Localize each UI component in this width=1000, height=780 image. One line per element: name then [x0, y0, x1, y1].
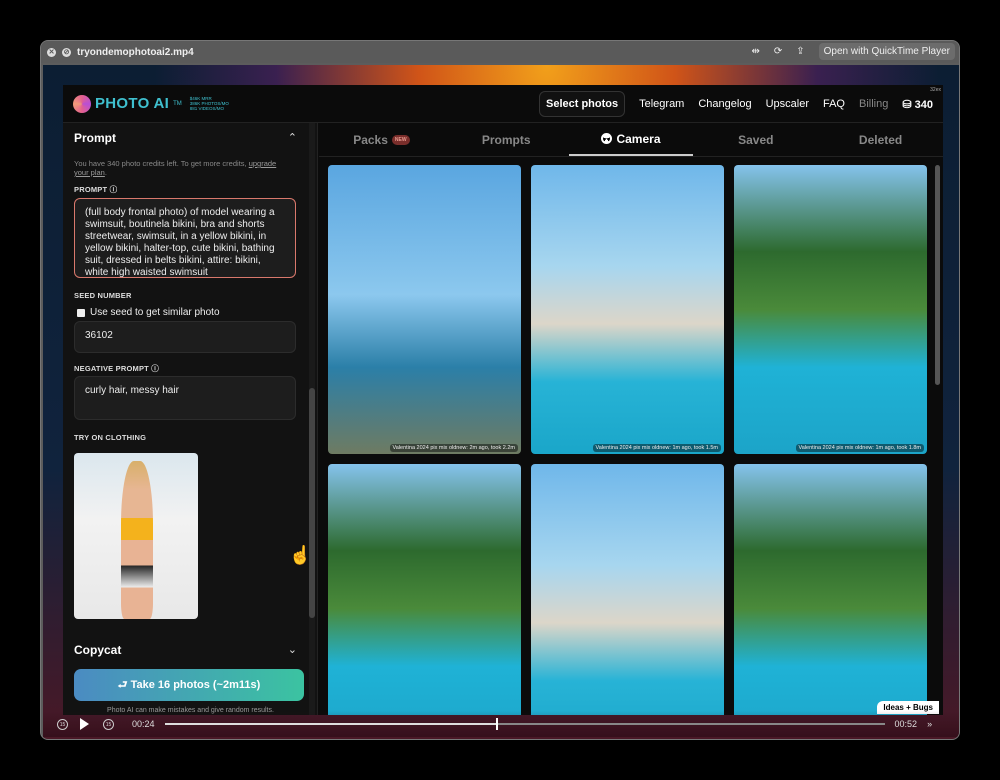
hand-cursor-icon: ☝ [289, 545, 312, 565]
credits-value: 340 [914, 98, 933, 111]
gallery-photo[interactable]: Valentina 2024 pix mix oldnew: 1m ago, t… [531, 165, 724, 454]
photo-ai-app: PHOTO AI TM $46K MRR 386K PHOTOS/MO 881 V… [63, 85, 943, 715]
left-panel: Prompt ⌃ You have 340 photo credits left… [63, 123, 318, 715]
help-icon[interactable]: ⓘ [110, 185, 118, 194]
nav-billing[interactable]: Billing [859, 98, 888, 110]
gallery-photo[interactable] [531, 464, 724, 715]
chevron-up-icon[interactable]: ⌃ [288, 131, 297, 144]
fast-forward-icon[interactable]: » [927, 719, 932, 729]
help-icon[interactable]: ⓘ [151, 364, 159, 373]
logo[interactable]: PHOTO AI TM $46K MRR 386K PHOTOS/MO 881 V… [73, 94, 229, 113]
checkbox-icon[interactable] [77, 308, 85, 317]
credits-counter[interactable]: ⛁ 340 [902, 98, 933, 111]
player-controls: 15 15 00:24 00:52 » [43, 711, 959, 737]
gallery-photo[interactable] [328, 464, 521, 715]
nav-telegram[interactable]: Telegram [639, 98, 684, 110]
gallery-photo[interactable]: Valentina 2024 pix mix oldnew: 1m ago, t… [734, 165, 927, 454]
corner-tag: 32ex [930, 87, 941, 93]
logo-text: PHOTO AI [95, 95, 170, 112]
model-figure [802, 188, 860, 454]
logo-icon [73, 94, 91, 113]
skip-back-icon[interactable]: 15 [57, 718, 68, 730]
model-figure [599, 188, 657, 454]
tab-deleted[interactable]: Deleted [818, 123, 943, 156]
negative-prompt-label: NEGATIVE PROMPT ⓘ [74, 364, 159, 373]
model-figure [396, 487, 454, 715]
scrubber-fill [164, 723, 496, 725]
tab-saved[interactable]: Saved [693, 123, 818, 156]
play-icon[interactable] [80, 718, 89, 730]
rotate-icon[interactable]: ⟳ [774, 46, 782, 57]
close-icon[interactable]: ✕ [47, 47, 56, 57]
photo-caption: Valentina 2024 pix mix oldnew: 1m ago, t… [795, 444, 924, 452]
tabs: Packs NEW Prompts Camera Saved Deleted [319, 123, 943, 157]
chevron-down-icon[interactable]: ⌄ [288, 643, 297, 656]
model-figure [396, 188, 454, 454]
logo-stats: $46K MRR 386K PHOTOS/MO 881 VIDEOS/MO [190, 96, 229, 111]
skip-forward-icon[interactable]: 15 [103, 718, 114, 730]
negative-prompt-textarea[interactable]: curly hair, messy hair [74, 376, 296, 420]
nav-faq[interactable]: FAQ [823, 98, 845, 110]
photo-caption: Valentina 2024 pix mix oldnew: 2m ago, t… [389, 444, 518, 452]
coins-icon: ⛁ [902, 98, 912, 111]
gallery-panel: Packs NEW Prompts Camera Saved Deleted Va… [319, 123, 943, 715]
select-photos-button[interactable]: Select photos [538, 91, 626, 117]
gallery-photo[interactable]: Valentina 2024 pix mix oldnew: 2m ago, t… [328, 165, 521, 454]
stat-videos: 881 VIDEOS/MO [189, 106, 225, 111]
credits-text: You have 340 photo credits left. To get … [74, 159, 277, 177]
seed-checkbox-label: Use seed to get similar photo [90, 307, 220, 318]
clothing-image[interactable] [74, 453, 198, 619]
prompt-textarea[interactable]: (full body frontal photo) of model weari… [74, 198, 296, 278]
photo-grid: Valentina 2024 pix mix oldnew: 2m ago, t… [328, 165, 927, 715]
seed-checkbox[interactable]: Use seed to get similar photo [77, 307, 220, 318]
duration: 00:52 [894, 719, 918, 729]
camera-aperture-icon [601, 133, 613, 144]
open-quicktime-button[interactable]: Open with QuickTime Player [818, 43, 955, 60]
trim-icon[interactable]: ⇹ [751, 46, 759, 57]
quicktime-window: ✕ ⊘ tryondemophotoai2.mp4 ⇹ ⟳ ⇪ Open wit… [40, 40, 960, 740]
prompt-section-header[interactable]: Prompt [74, 131, 116, 145]
seed-input[interactable]: 36102 [74, 321, 296, 353]
try-on-label: TRY ON CLOTHING [74, 433, 147, 442]
tab-prompts[interactable]: Prompts [444, 123, 569, 156]
model-figure [802, 487, 860, 715]
current-time: 00:24 [132, 719, 155, 729]
photo-caption: Valentina 2024 pix mix oldnew: 1m ago, t… [592, 444, 721, 452]
scrubber-knob[interactable] [495, 718, 498, 730]
take-photos-button[interactable]: ⮐ Take 16 photos (~2m11s) [74, 669, 304, 701]
top-nav: Select photos Telegram Changelog Upscale… [538, 91, 933, 117]
left-scrollbar[interactable] [309, 123, 315, 715]
gallery-scrollbar[interactable] [935, 165, 940, 385]
seed-label: SEED NUMBER [74, 291, 132, 300]
prompt-label: PROMPT ⓘ [74, 185, 118, 194]
window-title: tryondemophotoai2.mp4 [77, 46, 194, 58]
nav-upscaler[interactable]: Upscaler [766, 98, 809, 110]
video-frame: PHOTO AI TM $46K MRR 386K PHOTOS/MO 881 V… [43, 65, 959, 739]
app-header: PHOTO AI TM $46K MRR 386K PHOTOS/MO 881 V… [63, 85, 943, 123]
tab-camera[interactable]: Camera [568, 123, 694, 156]
nav-changelog[interactable]: Changelog [698, 98, 751, 110]
minimize-icon[interactable]: ⊘ [62, 47, 71, 57]
gallery-photo[interactable] [734, 464, 927, 715]
new-badge: NEW [391, 134, 410, 145]
title-bar: ✕ ⊘ tryondemophotoai2.mp4 ⇹ ⟳ ⇪ Open wit… [41, 41, 959, 63]
tab-packs[interactable]: Packs NEW [319, 123, 444, 156]
model-figure [599, 487, 657, 715]
copycat-section-header[interactable]: Copycat [74, 643, 121, 657]
share-icon[interactable]: ⇪ [796, 46, 804, 57]
scrubber[interactable] [164, 718, 885, 730]
logo-tm: TM [173, 100, 182, 107]
